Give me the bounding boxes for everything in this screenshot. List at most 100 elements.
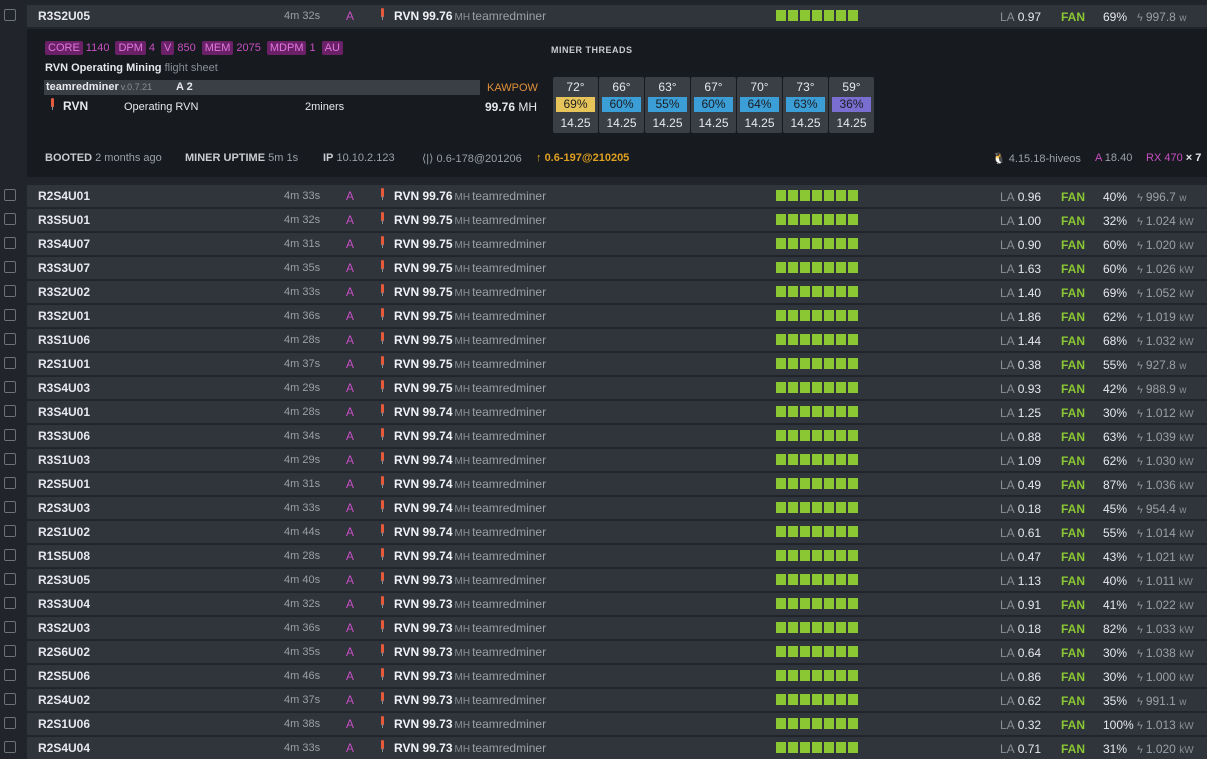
row-checkbox[interactable] [4, 309, 16, 321]
row-checkbox[interactable] [4, 717, 16, 729]
gpu-status-ok [848, 742, 858, 753]
worker-row[interactable]: R1S5U08 4m 28s A RVN 99.74 MH teamredminer LA 0… [0, 545, 1207, 567]
worker-row[interactable]: R3S4U03 4m 29s A RVN 99.75 MH teamredminer LA 0… [0, 377, 1207, 399]
worker-row[interactable]: R2S5U06 4m 46s A RVN 99.73 MH teamredminer LA 0… [0, 665, 1207, 687]
worker-name[interactable]: R3S5U01 [38, 213, 90, 227]
gpu-status-bars [776, 550, 860, 562]
worker-row[interactable]: R2S4U02 4m 37s A RVN 99.73 MH teamredminer LA 0… [0, 689, 1207, 711]
row-checkbox[interactable] [4, 237, 16, 249]
row-checkbox[interactable] [4, 741, 16, 753]
worker-row[interactable]: R2S4U01 4m 33s A RVN 99.76 MH teamredminer LA 0… [0, 185, 1207, 207]
row-checkbox[interactable] [4, 621, 16, 633]
row-checkbox[interactable] [4, 285, 16, 297]
gpu-thread-card[interactable]: 67° 60% 14.25 [691, 77, 736, 133]
row-checkbox[interactable] [4, 333, 16, 345]
worker-name[interactable]: R1S5U08 [38, 549, 90, 563]
gpu-status-ok [836, 718, 846, 729]
row-checkbox[interactable] [4, 453, 16, 465]
row-checkbox[interactable] [4, 189, 16, 201]
uptime: 4m 31s [284, 238, 321, 250]
worker-row[interactable]: R2S3U03 4m 33s A RVN 99.74 MH teamredminer LA 0… [0, 497, 1207, 519]
worker-name[interactable]: R2S4U04 [38, 741, 90, 755]
worker-name[interactable]: R3S1U06 [38, 333, 90, 347]
row-checkbox[interactable] [4, 429, 16, 441]
worker-row[interactable]: R2S3U05 4m 40s A RVN 99.73 MH teamredminer LA 1… [0, 569, 1207, 591]
worker-row[interactable]: R3S2U03 4m 36s A RVN 99.73 MH teamredminer LA 0… [0, 617, 1207, 639]
worker-row[interactable]: R2S4U04 4m 33s A RVN 99.73 MH teamredminer LA 0… [0, 737, 1207, 759]
worker-name[interactable]: R2S6U02 [38, 645, 90, 659]
worker-row[interactable]: R3S4U07 4m 31s A RVN 99.75 MH teamredminer LA 0… [0, 233, 1207, 255]
worker-row[interactable]: R3S5U01 4m 32s A RVN 99.75 MH teamredminer LA 1… [0, 209, 1207, 231]
worker-name[interactable]: R3S3U07 [38, 261, 90, 275]
worker-row[interactable]: R3S2U01 4m 36s A RVN 99.75 MH teamredminer LA 1… [0, 305, 1207, 327]
worker-name[interactable]: R2S4U01 [38, 189, 90, 203]
worker-name[interactable]: R3S2U02 [38, 285, 90, 299]
worker-name[interactable]: R2S1U01 [38, 357, 90, 371]
row-checkbox[interactable] [4, 9, 16, 21]
os-update-available[interactable]: ↑ 0.6-197@210205 [536, 152, 629, 164]
worker-name[interactable]: R2S5U01 [38, 477, 90, 491]
worker-name[interactable]: R3S1U03 [38, 453, 90, 467]
gpu-status-ok [788, 526, 798, 537]
row-checkbox[interactable] [4, 357, 16, 369]
worker-name[interactable]: R3S4U07 [38, 237, 90, 251]
row-checkbox[interactable] [4, 381, 16, 393]
gpu-status-ok [836, 550, 846, 561]
gpu-thread-card[interactable]: 63° 55% 14.25 [645, 77, 690, 133]
worker-row[interactable]: R3S3U06 4m 34s A RVN 99.74 MH teamredminer LA 0… [0, 425, 1207, 447]
gpu-thread-card[interactable]: 72° 69% 14.25 [553, 77, 598, 133]
row-checkbox[interactable] [4, 549, 16, 561]
worker-row[interactable]: R2S1U01 4m 37s A RVN 99.75 MH teamredminer LA 0… [0, 353, 1207, 375]
gpu-thread-card[interactable]: 70° 64% 14.25 [737, 77, 782, 133]
gpu-fan: 60% [602, 97, 641, 112]
worker-row[interactable]: R2S1U02 4m 44s A RVN 99.74 MH teamredminer LA 0… [0, 521, 1207, 543]
worker-row[interactable]: R3S1U03 4m 29s A RVN 99.74 MH teamredminer LA 1… [0, 449, 1207, 471]
row-checkbox[interactable] [4, 669, 16, 681]
row-checkbox[interactable] [4, 693, 16, 705]
gpu-status-ok [788, 502, 798, 513]
miner-name[interactable]: teamredminer v.0.7.21 [46, 81, 152, 93]
worker-row[interactable]: R2S6U02 4m 35s A RVN 99.73 MH teamredminer LA 0… [0, 641, 1207, 663]
worker-name[interactable]: R2S5U06 [38, 669, 90, 683]
worker-name[interactable]: R3S2U01 [38, 309, 90, 323]
worker-name[interactable]: R3S4U01 [38, 405, 90, 419]
agent-indicator: A [346, 573, 355, 587]
worker-name[interactable]: R3S3U06 [38, 429, 90, 443]
gpu-thread-card[interactable]: 59° 36% 14.25 [829, 77, 874, 133]
row-checkbox[interactable] [4, 597, 16, 609]
worker-name[interactable]: R3S2U03 [38, 621, 90, 635]
worker-name[interactable]: R3S2U05 [38, 9, 90, 23]
gpu-hashrate: 14.25 [606, 116, 637, 130]
worker-row[interactable]: R3S2U02 4m 33s A RVN 99.75 MH teamredminer LA 1… [0, 281, 1207, 303]
row-checkbox[interactable] [4, 477, 16, 489]
row-checkbox[interactable] [4, 573, 16, 585]
gpu-thread-card[interactable]: 73° 63% 14.25 [783, 77, 828, 133]
algo-label: KAWPOW [487, 82, 538, 94]
worker-name[interactable]: R2S4U02 [38, 693, 90, 707]
worker-row[interactable]: R3S4U01 4m 28s A RVN 99.74 MH teamredminer LA 1… [0, 401, 1207, 423]
worker-row[interactable]: R2S1U06 4m 38s A RVN 99.73 MH teamredminer LA 0… [0, 713, 1207, 735]
gpu-status-ok [800, 742, 810, 753]
row-checkbox[interactable] [4, 525, 16, 537]
worker-row[interactable]: R2S5U01 4m 31s A RVN 99.74 MH teamredminer LA 0… [0, 473, 1207, 495]
worker-name[interactable]: R3S3U04 [38, 597, 90, 611]
worker-row[interactable]: R3S3U04 4m 32s A RVN 99.73 MH teamredminer LA 0… [0, 593, 1207, 615]
flight-sheet[interactable]: RVN Operating Mining flight sheet [45, 62, 218, 74]
gpu-status-ok [812, 718, 822, 729]
worker-name[interactable]: R2S1U02 [38, 525, 90, 539]
worker-name[interactable]: R2S3U03 [38, 501, 90, 515]
row-checkbox[interactable] [4, 261, 16, 273]
row-checkbox[interactable] [4, 645, 16, 657]
worker-row[interactable]: R3S1U06 4m 28s A RVN 99.75 MH teamredminer LA 1… [0, 329, 1207, 351]
worker-name[interactable]: R3S4U03 [38, 381, 90, 395]
row-checkbox[interactable] [4, 405, 16, 417]
row-checkbox[interactable] [4, 213, 16, 225]
worker-row-expanded[interactable]: R3S2U05 4m 32s A RVN 99.76 MH teamredminer… [0, 5, 1207, 27]
worker-name[interactable]: R2S3U05 [38, 573, 90, 587]
row-checkbox[interactable] [4, 501, 16, 513]
uptime: 4m 37s [284, 694, 321, 706]
worker-name[interactable]: R2S1U06 [38, 717, 90, 731]
gpu-thread-card[interactable]: 66° 60% 14.25 [599, 77, 644, 133]
worker-row[interactable]: R3S3U07 4m 35s A RVN 99.75 MH teamredminer LA 1… [0, 257, 1207, 279]
fan-value: 41% [1103, 598, 1128, 612]
